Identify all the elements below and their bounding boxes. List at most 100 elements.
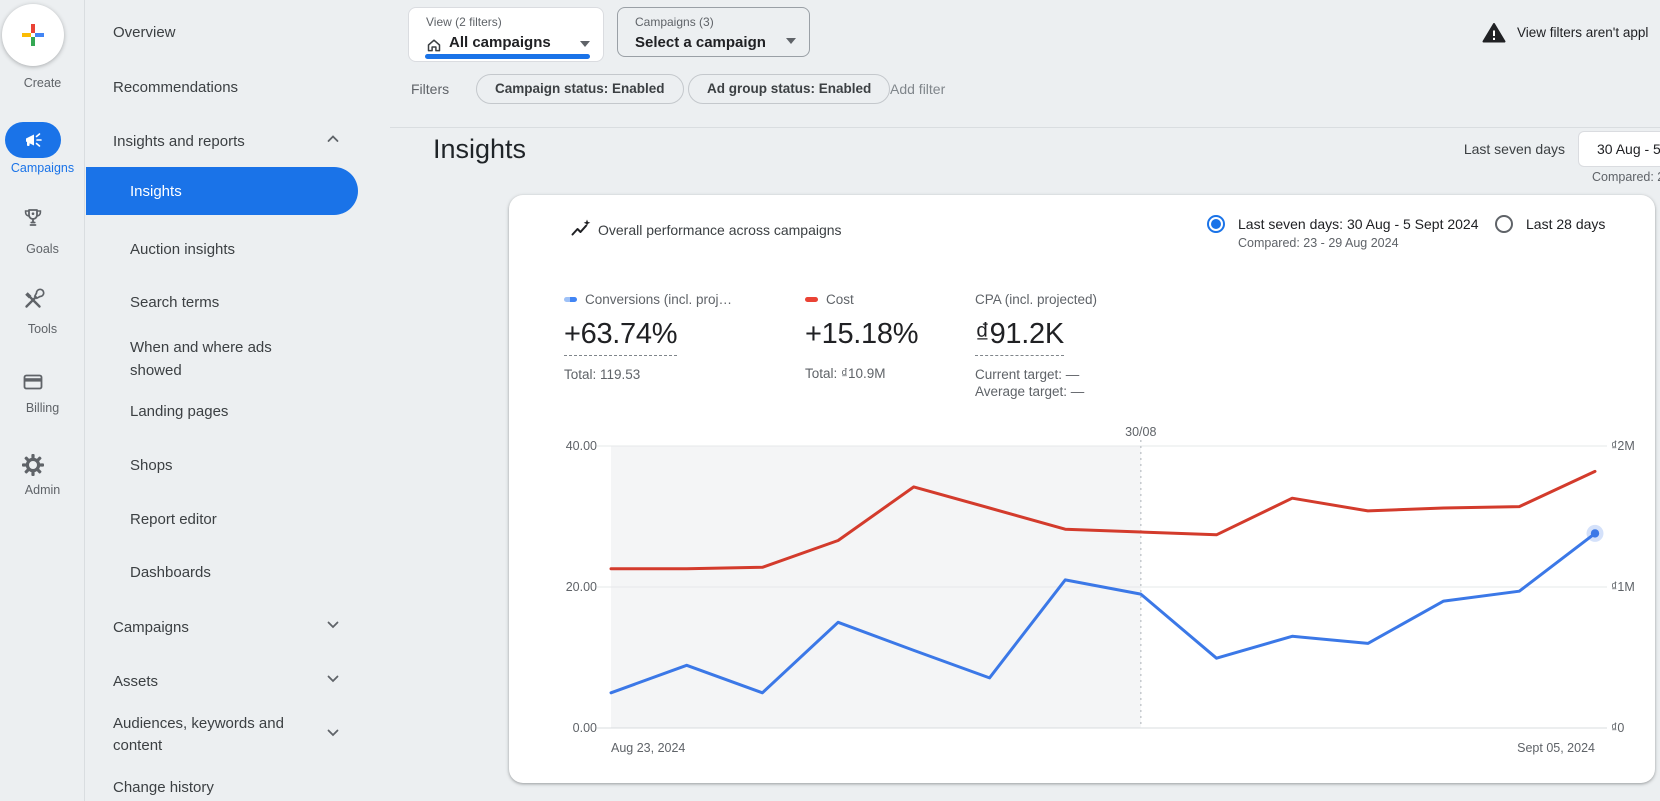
sidebar-item-when-and-where-ads-showed[interactable]: When and where ads showed [85,336,377,382]
rail-item-label: Billing [0,401,85,415]
overall-performance-card: Overall performance across campaigns Las… [509,195,1655,783]
radio-sublabel: Compared: 23 - 29 Aug 2024 [1238,236,1479,250]
view-selector-label: View (2 filters) [426,15,502,29]
metric-label-row: CPA (incl. projected) [975,289,1097,309]
view-filters-warning[interactable]: View filters aren't appl [1517,25,1648,40]
metric-label-row: Cost [805,289,918,309]
chevron-down-icon [327,675,339,683]
radio-text: Last seven days: 30 Aug - 5 Sept 2024Com… [1238,214,1479,250]
date-range-picker[interactable]: 30 Aug - 5 Sept 2024 [1578,131,1660,167]
svg-text:0.00: 0.00 [573,721,597,735]
insights-trend-icon [570,219,591,239]
campaigns-megaphone-icon [23,131,43,150]
rail-icon-holder [5,122,61,158]
sidebar-item-dashboards[interactable]: Dashboards [85,562,377,584]
warning-icon [1482,21,1506,45]
sidebar-item-shops[interactable]: Shops [85,455,377,477]
view-selector-value: All campaigns [449,34,551,51]
svg-text:₫2M: ₫2M [1611,439,1635,453]
sidebar-item-report-editor[interactable]: Report editor [85,509,377,531]
chevron-down-icon [327,621,339,629]
svg-text:₫1M: ₫1M [1611,580,1635,594]
svg-text:Aug 23, 2024: Aug 23, 2024 [611,741,685,755]
sidebar-item-label: Landing pages [130,401,377,423]
sidebar-item-assets[interactable]: Assets [85,671,377,693]
legend-red-dash-icon [805,297,818,302]
rail-item-label: Tools [0,322,85,336]
radio-unselected-icon [1495,215,1513,233]
rail-item-label: Create [0,76,85,90]
sidebar-item-label: Dashboards [130,562,377,584]
sidebar-item-insights-and-reports[interactable]: Insights and reports [85,131,377,153]
sidebar-item-label: Shops [130,455,377,477]
card-title: Overall performance across campaigns [598,222,842,238]
radio-last-28-days[interactable]: Last 28 days [1495,214,1605,234]
svg-text:₫0: ₫0 [1611,721,1624,735]
goals-trophy-icon [21,206,45,230]
billing-card-icon [21,370,45,394]
sidebar-item-label: Audiences, keywords and content [113,713,298,757]
filters-label: Filters [411,81,449,97]
radio-last-seven-day[interactable]: Last seven days: 30 Aug - 5 Sept 2024Com… [1207,214,1479,250]
sidebar-item-label: Recommendations [113,77,377,99]
sidebar-item-label: Change history [113,777,377,799]
rail-icon-holder [21,453,45,477]
sidebar-item-label: Search terms [130,292,377,314]
chevron-down-icon [786,38,796,44]
sidebar-item-change-history[interactable]: Change history [85,777,377,799]
sidebar-item-auction-insights[interactable]: Auction insights [85,239,377,261]
rail-icon-holder [21,288,45,312]
date-range-label: Last seven days [1464,141,1565,157]
radio-text: Last 28 days [1526,214,1605,234]
sidebar-item-search-terms[interactable]: Search terms [85,292,377,314]
header-divider [390,127,1660,128]
campaign-selector-value: Select a campaign [635,34,766,51]
tools-wrench-icon [21,288,45,312]
chevron-down-icon [327,729,339,737]
radio-label: Last 28 days [1526,214,1605,234]
radio-selected-icon [1207,215,1225,233]
metric-cost: Cost +15.18% Total: ₫10.9M [805,289,918,382]
svg-text:40.00: 40.00 [566,439,597,453]
sidebar-item-audiences-keywords-and-content[interactable]: Audiences, keywords and content [85,713,377,757]
sidebar-item-recommendations[interactable]: Recommendations [85,77,377,99]
metric-value[interactable]: ₫91.2K [975,318,1064,356]
admin-gear-icon [21,453,45,477]
svg-text:Sept 05, 2024: Sept 05, 2024 [1517,741,1595,755]
sidebar-item-campaigns[interactable]: Campaigns [85,617,377,639]
add-filter-button[interactable]: Add filter [890,81,945,97]
end-dot [1591,529,1599,537]
left-rail: CreateCampaignsGoalsToolsBillingAdmin [0,0,85,801]
rail-item-label: Goals [0,242,85,256]
sidebar-item-label: Auction insights [130,239,377,261]
campaign-selector-label: Campaigns (3) [635,15,714,29]
metric-label: Conversions (incl. proj… [585,292,732,307]
metric-label: Cost [826,292,854,307]
create-plus-icon [19,21,47,49]
metric-label-row: Conversions (incl. proj… [564,289,732,309]
metric-value[interactable]: +15.18% [805,318,918,355]
filter-pill-campaign-status[interactable]: Campaign status: Enabled [476,74,684,104]
metric-label: CPA (incl. projected) [975,292,1097,307]
metric-conversions: Conversions (incl. proj… +63.74% Total: 11… [564,289,732,383]
annotation-30-08: 30/08 [1125,425,1156,439]
page-title: Insights [433,134,526,165]
sidebar-item-insights[interactable]: Insights [86,167,358,215]
rail-item-label: Campaigns [0,161,85,175]
chevron-up-icon [327,135,339,143]
svg-text:20.00: 20.00 [566,580,597,594]
chevron-down-icon [580,41,590,47]
home-icon [425,36,443,54]
view-selector[interactable]: View (2 filters) All campaigns [408,7,604,62]
campaign-selector[interactable]: Campaigns (3) Select a campaign [617,7,810,57]
sidebar-item-landing-pages[interactable]: Landing pages [85,401,377,423]
metric-cpa-incl-p: CPA (incl. projected)₫91.2KCurrent targe… [975,289,1097,400]
metric-detail-lines: Total: ₫10.9M [805,365,918,382]
metric-value[interactable]: +63.74% [564,318,677,356]
performance-chart[interactable]: 30/08 40.00 20.00 0.00 ₫2M ₫1M ₫0 Aug 23, 2024 S… [509,395,1655,783]
sidebar-item-overview[interactable]: Overview [85,22,377,44]
sidebar-item-label: Insights [130,183,182,200]
rail-icon-holder [2,4,64,66]
filter-pill-ad-group-status[interactable]: Ad group status: Enabled [688,74,890,104]
metric-detail-lines: Total: 119.53 [564,366,732,383]
